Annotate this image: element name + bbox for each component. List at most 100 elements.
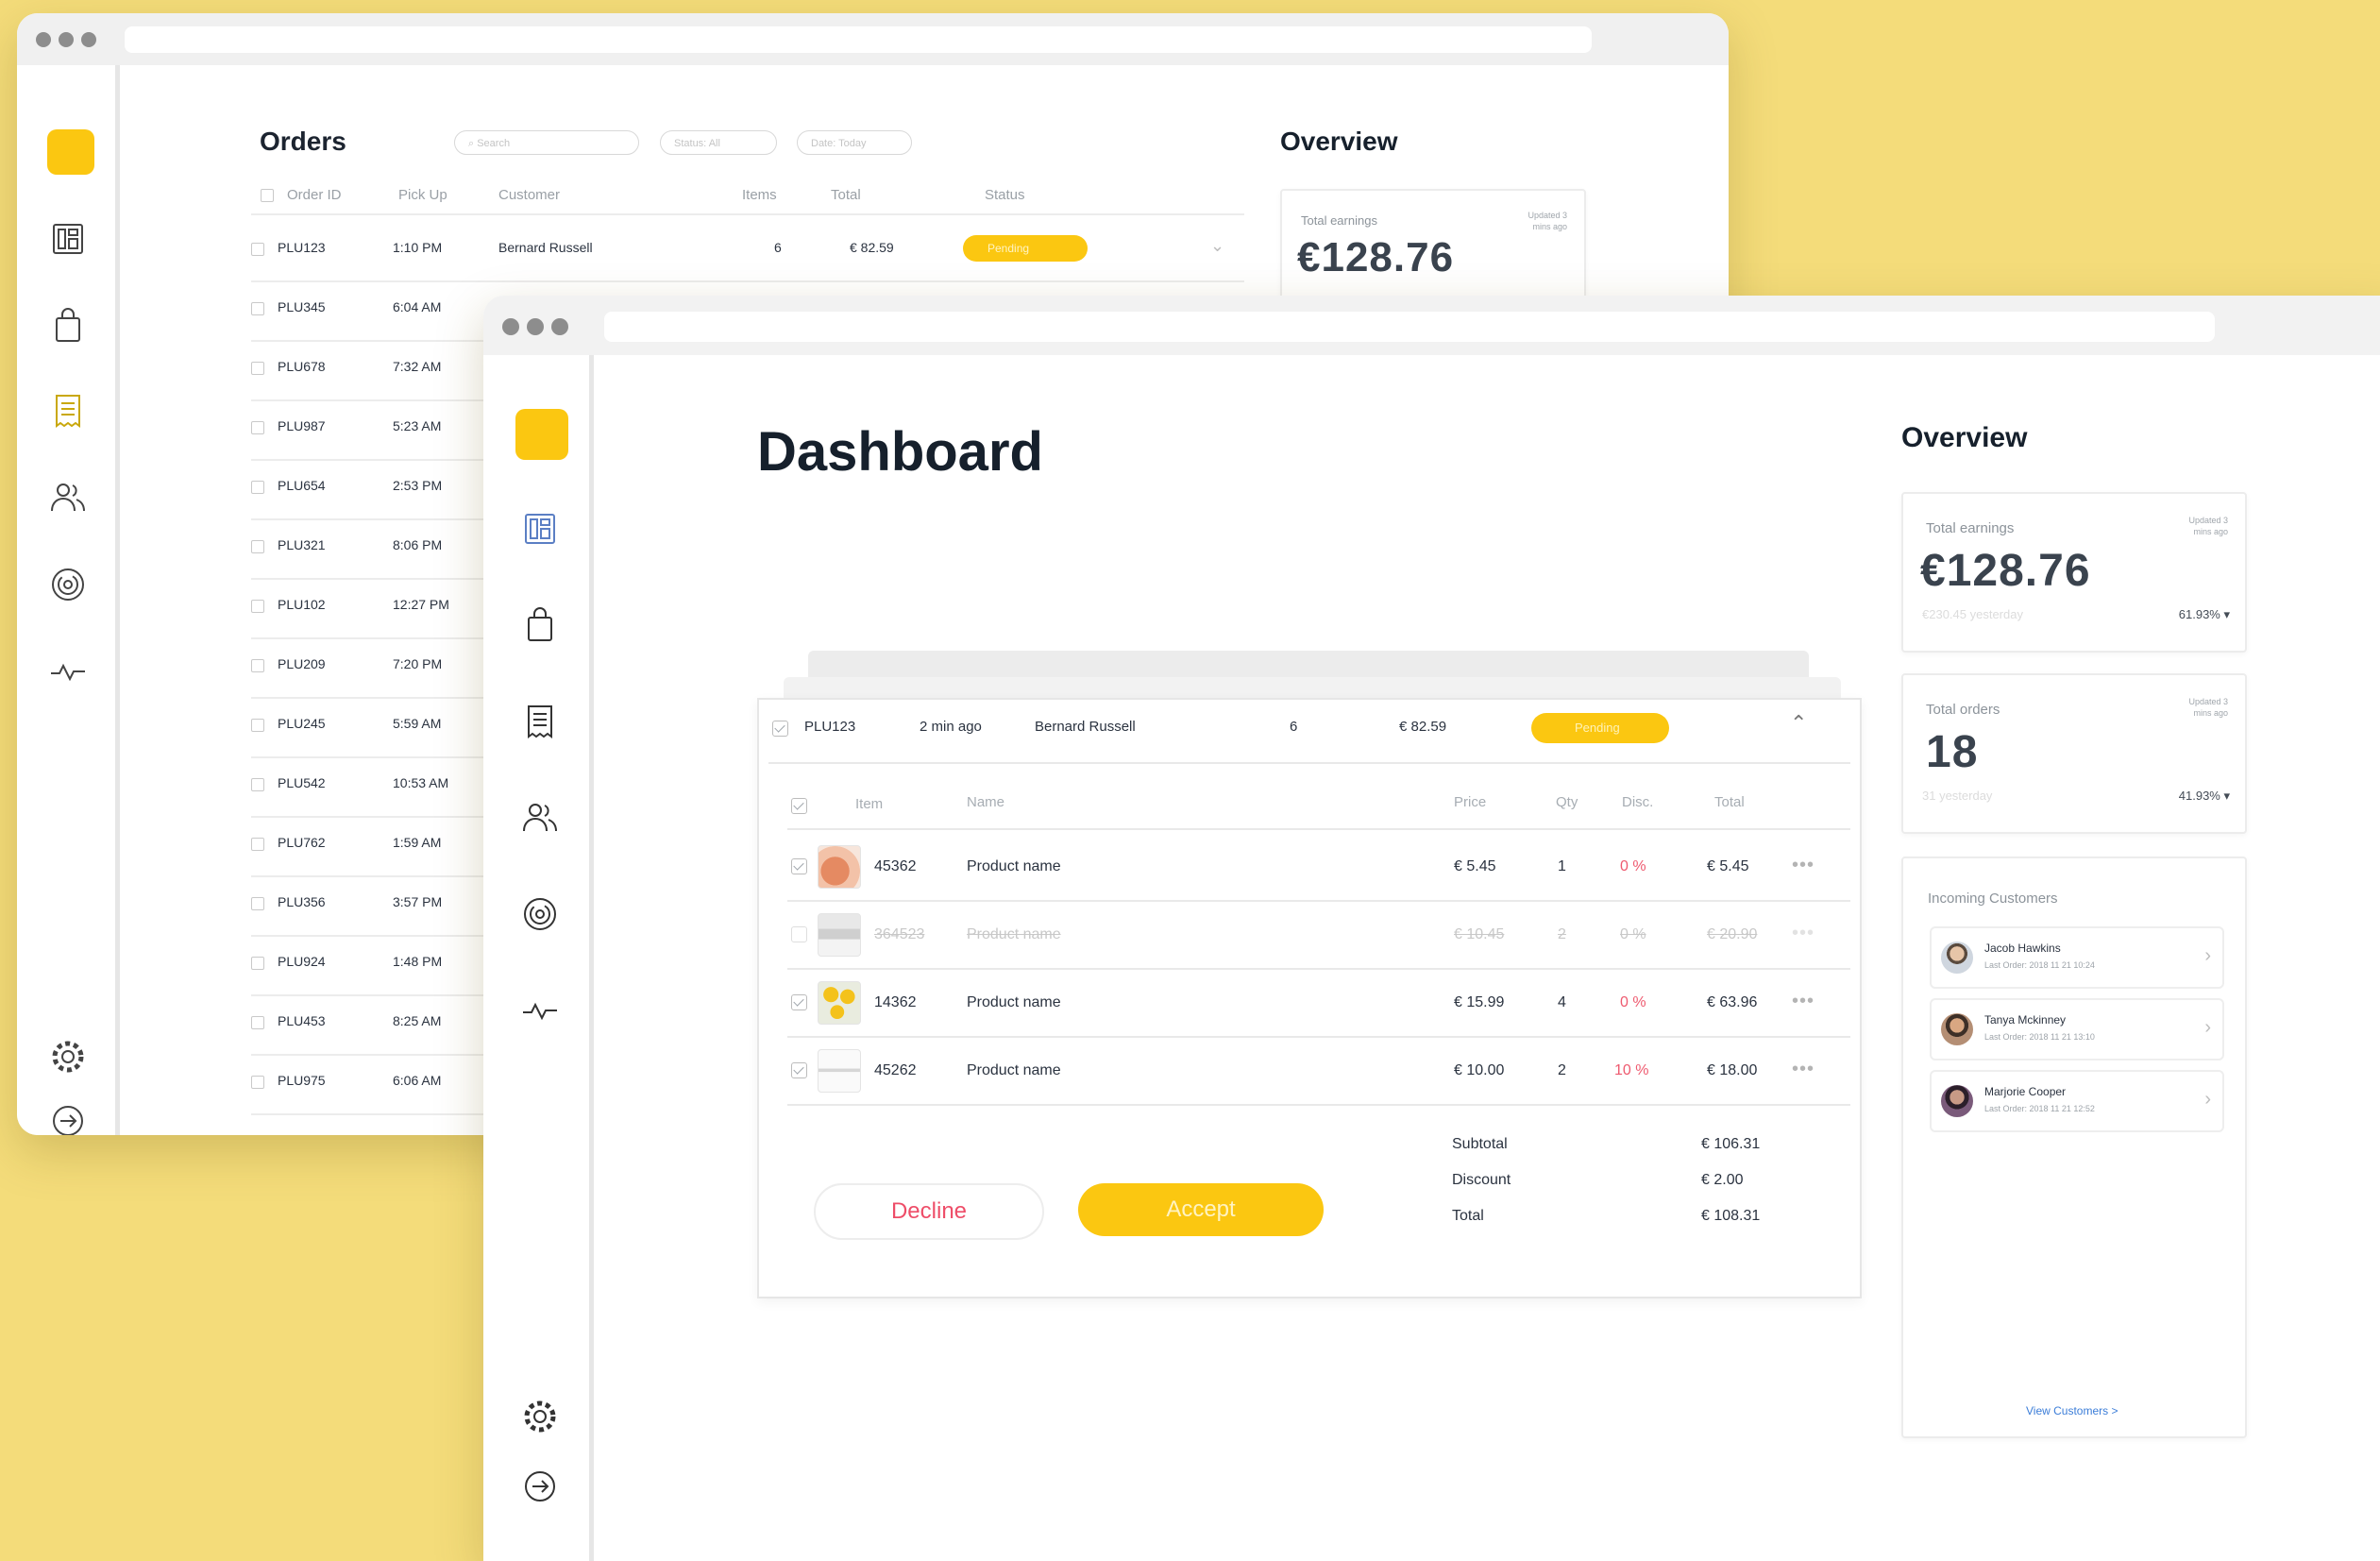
decline-button[interactable]: Decline [814,1183,1044,1240]
row-checkbox[interactable] [251,600,264,613]
pickup-time: 2:53 PM [393,478,443,493]
receipt-icon[interactable] [519,701,561,742]
more-options-icon[interactable]: ••• [1792,991,1815,1012]
last-order: Last Order: 2018 11 21 10:24 [1984,960,2095,970]
select-all-checkbox[interactable] [791,798,807,814]
column-header: Customer [498,187,561,203]
view-customers-link[interactable]: View Customers > [2026,1404,2118,1417]
shopping-bag-icon[interactable] [519,604,561,646]
column-header: Order ID [287,187,342,203]
chevron-up-icon[interactable]: ⌃ [1790,711,1807,736]
settings-icon[interactable] [519,1396,561,1437]
chevron-right-icon[interactable]: › [2204,1089,2211,1111]
table-row[interactable]: PLU123 1:10 PM Bernard Russell 6 € 82.59… [251,221,1244,282]
settings-icon[interactable] [47,1036,89,1077]
select-all-checkbox[interactable] [261,189,274,202]
row-checkbox[interactable] [251,362,264,375]
date-filter[interactable]: Date: Today [797,130,912,155]
chevron-down-icon[interactable]: ⌄ [1210,236,1224,256]
row-checkbox[interactable] [251,481,264,494]
customer-item[interactable]: Jacob Hawkins Last Order: 2018 11 21 10:… [1930,926,2224,989]
total-label: Total [1452,1208,1484,1224]
users-icon[interactable] [519,797,561,839]
column-header: Qty [1556,794,1578,810]
more-options-icon[interactable]: ••• [1792,1059,1815,1080]
row-checkbox[interactable] [251,302,264,315]
more-options-icon[interactable]: ••• [1792,923,1815,944]
customer-item[interactable]: Tanya Mckinney Last Order: 2018 11 21 13… [1930,998,2224,1060]
address-bar[interactable] [125,26,1592,53]
window-control-dot[interactable] [36,32,51,47]
row-checkbox[interactable] [251,243,264,256]
row-checkbox[interactable] [791,994,807,1010]
chevron-right-icon[interactable]: › [2204,1017,2211,1039]
row-checkbox[interactable] [251,540,264,553]
order-checkbox[interactable] [772,721,788,737]
window-control-dot[interactable] [551,318,568,335]
earnings-change: 61.93% ▾ [2178,607,2230,621]
logout-icon[interactable] [47,1100,89,1135]
row-checkbox[interactable] [251,659,264,672]
pickup-time: 8:25 AM [393,1013,442,1028]
activity-icon[interactable] [519,990,561,1031]
brand-logo[interactable] [515,409,568,460]
row-checkbox[interactable] [251,1016,264,1029]
row-checkbox[interactable] [251,719,264,732]
subtotal-label: Subtotal [1452,1136,1508,1152]
status-badge[interactable]: Pending [963,235,1088,262]
item-code: 45362 [874,858,917,874]
customer-item[interactable]: Marjorie Cooper Last Order: 2018 11 21 1… [1930,1070,2224,1132]
table-row[interactable]: 364523 Product name € 10.45 2 0 % € 20.9… [759,902,1854,968]
receipt-icon[interactable] [47,390,89,432]
brand-logo[interactable] [47,129,94,175]
users-icon[interactable] [47,477,89,518]
customers-title: Incoming Customers [1928,891,2058,907]
item-count: 6 [1290,719,1298,735]
row-checkbox[interactable] [791,926,807,942]
earnings-label: Total earnings [1926,520,2015,536]
table-row[interactable]: 45262 Product name € 10.00 2 10 % € 18.0… [759,1038,1854,1104]
activity-icon[interactable] [47,651,89,692]
orders-change: 41.93% ▾ [2178,789,2230,803]
shopping-bag-icon[interactable] [47,305,89,347]
accept-button[interactable]: Accept [1078,1183,1324,1236]
row-checkbox[interactable] [251,1076,264,1089]
dashboard-window: Dashboard PLU123 2 min ago Bernard Russe… [483,296,2380,1561]
order-id: PLU245 [278,716,326,731]
chevron-right-icon[interactable]: › [2204,945,2211,967]
status-badge[interactable]: Pending [1531,713,1669,743]
row-checkbox[interactable] [251,957,264,970]
row-checkbox[interactable] [791,858,807,874]
address-bar[interactable] [604,312,2215,342]
window-control-dot[interactable] [527,318,544,335]
fingerprint-icon[interactable] [47,564,89,605]
dashboard-icon[interactable] [519,508,561,550]
table-row[interactable]: 45362 Product name € 5.45 1 0 % € 5.45 •… [759,832,1854,900]
fingerprint-icon[interactable] [519,893,561,935]
column-header: Pick Up [398,187,447,203]
dashboard-icon[interactable] [47,218,89,260]
window-control-dot[interactable] [502,318,519,335]
search-placeholder: Search [477,138,511,149]
row-checkbox[interactable] [251,778,264,791]
earnings-yesterday: €230.45 yesterday [1922,607,2023,621]
overview-title: Overview [1901,422,2028,453]
item-code: 14362 [874,994,917,1010]
earnings-label: Total earnings [1301,213,1377,228]
search-input[interactable]: ⌕ Search [454,130,639,155]
discount-label: Discount [1452,1172,1511,1188]
row-checkbox[interactable] [251,838,264,851]
more-options-icon[interactable]: ••• [1792,855,1815,876]
row-checkbox[interactable] [791,1062,807,1078]
pickup-time: 6:04 AM [393,299,442,314]
logout-icon[interactable] [519,1466,561,1507]
row-checkbox[interactable] [251,421,264,434]
pickup-time: 6:06 AM [393,1073,442,1088]
order-id: PLU542 [278,775,326,790]
status-filter[interactable]: Status: All [660,130,777,155]
table-row[interactable]: 14362 Product name € 15.99 4 0 % € 63.96… [759,970,1854,1036]
window-control-dot[interactable] [81,32,96,47]
row-checkbox[interactable] [251,897,264,910]
pickup-time: 5:59 AM [393,716,442,731]
window-control-dot[interactable] [59,32,74,47]
